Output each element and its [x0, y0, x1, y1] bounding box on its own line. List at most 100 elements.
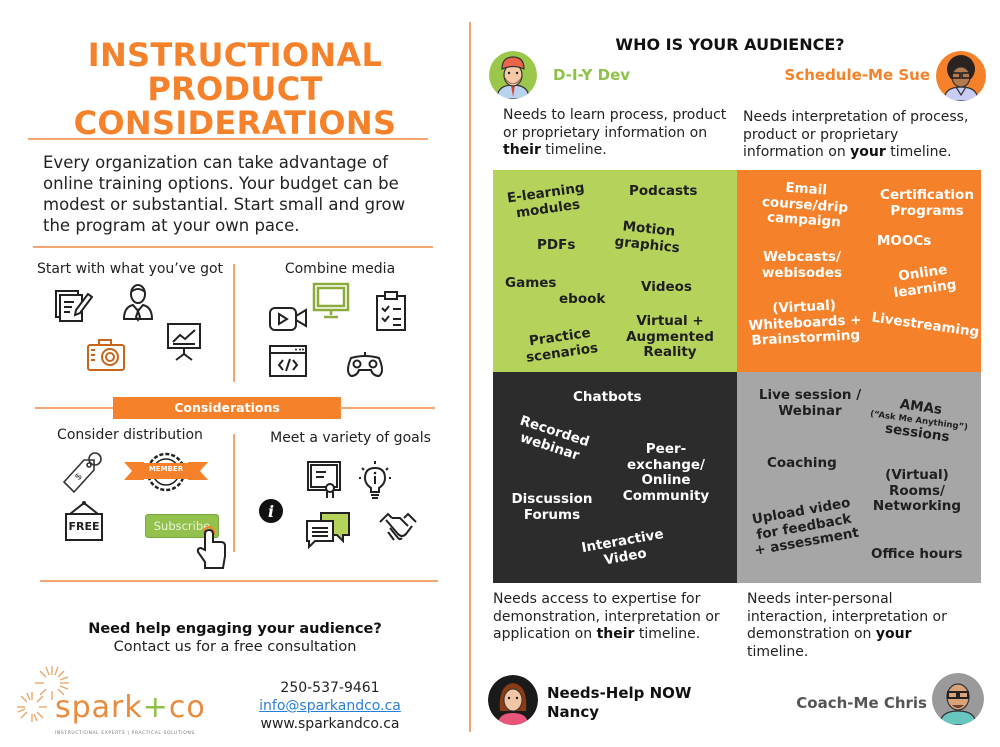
media-item: Discussion Forums — [511, 491, 593, 523]
section-goals-label: Meet a variety of goals — [270, 430, 431, 446]
persona-desc-nancy: Needs access to expertise for demonstrat… — [493, 591, 723, 644]
cta-title: Need help engaging your audience? — [88, 621, 382, 637]
divider — [233, 264, 235, 382]
logo-word-spark: spark — [55, 690, 143, 725]
audience-title: WHO IS YOUR AUDIENCE? — [615, 35, 845, 54]
desc-text: Needs inter-personal interaction, interp… — [747, 591, 947, 642]
media-item: E-learning modules — [506, 179, 586, 221]
media-item: (Virtual) Whiteboards + Brainstorming — [748, 297, 862, 349]
section-distribution-label: Consider distribution — [57, 427, 203, 443]
title-line-1: INSTRUCTIONAL PRODUCT — [87, 36, 383, 108]
media-item: Recorded webinar — [517, 412, 592, 464]
quadrant-coach-me-chris: Live session / Webinar AMAs (“Ask Me Any… — [737, 372, 981, 583]
website-link[interactable]: www.sparkandco.ca — [240, 715, 420, 733]
price-tag-icon: $ — [60, 450, 104, 494]
persona-name-chris: Coach-Me Chris — [796, 694, 927, 712]
code-window-icon — [268, 344, 308, 378]
chart-presentation-icon — [164, 322, 204, 362]
media-item: Practice scenarios — [524, 324, 599, 366]
media-item: Peer-exchange/ Online Community — [622, 441, 710, 504]
desc-emphasis: your — [850, 144, 886, 160]
persona-name-diy-dev: D-I-Y Dev — [553, 66, 631, 84]
email-link[interactable]: info@sparkandco.ca — [259, 698, 401, 714]
desc-text: timeline. — [634, 626, 701, 642]
media-item: Livestreaming — [870, 309, 981, 341]
desc-text: timeline. — [885, 144, 952, 160]
desc-text: Needs to learn process, product or propr… — [503, 107, 727, 141]
avatar-nancy — [488, 675, 538, 725]
persona-name-line: Needs-Help NOW — [547, 684, 692, 702]
quadrant-schedule-me-sue: Email course/drip campaign Certification… — [737, 170, 981, 372]
document-edit-icon — [54, 288, 94, 322]
logo-tagline: INSTRUCTIONAL EXPERTS | PRACTICAL SOLUTI… — [55, 731, 195, 736]
media-item: Online learning — [892, 261, 958, 301]
checklist-icon — [374, 290, 408, 332]
media-item: Videos — [641, 279, 692, 295]
svg-text:$: $ — [73, 471, 84, 482]
persona-name-line: Nancy — [547, 703, 600, 721]
persona-desc-schedule-me-sue: Needs interpretation of process, product… — [743, 109, 983, 162]
desc-emphasis: your — [875, 626, 912, 642]
quadrant-needs-help-nancy: Chatbots Recorded webinar Peer-exchange/… — [493, 372, 737, 583]
media-item: MOOCs — [877, 233, 932, 249]
intro-paragraph: Every organization can take advantage of… — [43, 153, 406, 235]
media-item: Chatbots — [573, 389, 642, 405]
divider — [33, 246, 433, 248]
media-item: Games — [505, 275, 557, 291]
divider — [40, 580, 438, 582]
media-item: (Virtual) Rooms/ Networking — [872, 467, 962, 514]
media-item: AMAs (“Ask Me Anything”) sessions — [867, 393, 972, 448]
free-sign-icon: FREE — [62, 500, 106, 542]
media-item: ebook — [559, 291, 606, 307]
persona-desc-diy-dev: Needs to learn process, product or propr… — [503, 107, 733, 160]
gamepad-icon — [345, 350, 385, 378]
persona-desc-chris: Needs inter-personal interaction, interp… — [747, 591, 977, 661]
avatar-chris — [932, 673, 984, 725]
phone-number: 250-537-9461 — [280, 680, 380, 696]
media-item: Motion graphics — [613, 218, 681, 256]
media-item: Podcasts — [629, 183, 698, 199]
media-item: Webcasts/ webisodes — [761, 249, 843, 281]
media-item: Office hours — [871, 546, 963, 562]
logo-plus: + — [142, 690, 169, 725]
logo-wordmark: spark+co — [55, 690, 206, 725]
desc-emphasis: their — [596, 626, 635, 642]
camera-icon — [86, 338, 126, 372]
cta-subtitle: Contact us for a free consultation — [113, 639, 357, 655]
video-camera-icon — [268, 304, 308, 332]
svg-text:i: i — [268, 502, 274, 521]
persona-name-nancy: Needs-Help NOW Nancy — [547, 684, 691, 722]
desc-text: timeline. — [747, 643, 809, 660]
media-item: Coaching — [767, 455, 837, 471]
info-icon: i — [258, 498, 284, 524]
column-divider — [469, 22, 471, 732]
businessman-icon — [120, 283, 156, 323]
page-title: INSTRUCTIONAL PRODUCT CONSIDERATIONS — [10, 38, 460, 140]
considerations-banner: Considerations — [113, 397, 341, 419]
title-line-2: CONSIDERATIONS — [73, 104, 397, 142]
subscribe-button-icon: Subscribe — [145, 514, 235, 572]
persona-name-schedule-me-sue: Schedule-Me Sue — [784, 66, 930, 84]
chat-bubbles-icon — [305, 511, 351, 549]
monitor-icon — [312, 282, 350, 320]
media-item: Virtual + Augmented Reality — [626, 313, 714, 360]
contact-info: 250-537-9461 info@sparkandco.ca www.spar… — [240, 679, 420, 733]
member-badge-icon: MEMBER — [122, 452, 210, 492]
desc-text: timeline. — [540, 142, 607, 158]
member-label: MEMBER — [148, 465, 184, 473]
media-item: PDFs — [537, 237, 576, 253]
section-start-label: Start with what you’ve got — [36, 261, 224, 277]
lightbulb-icon — [358, 460, 392, 500]
certificate-icon — [306, 460, 342, 500]
logo-word-co: co — [168, 690, 206, 725]
media-item: Certification Programs — [880, 187, 974, 219]
divider — [35, 407, 115, 409]
media-item: Live session / Webinar — [758, 387, 862, 419]
avatar-diy-dev — [489, 51, 537, 99]
quadrant-diy-dev: E-learning modules Podcasts Motion graph… — [493, 170, 737, 372]
media-item: Email course/drip campaign — [761, 179, 849, 231]
media-item: Interactive Video — [580, 526, 665, 569]
free-label: FREE — [68, 520, 100, 533]
divider — [340, 407, 435, 409]
handshake-icon — [378, 510, 418, 544]
